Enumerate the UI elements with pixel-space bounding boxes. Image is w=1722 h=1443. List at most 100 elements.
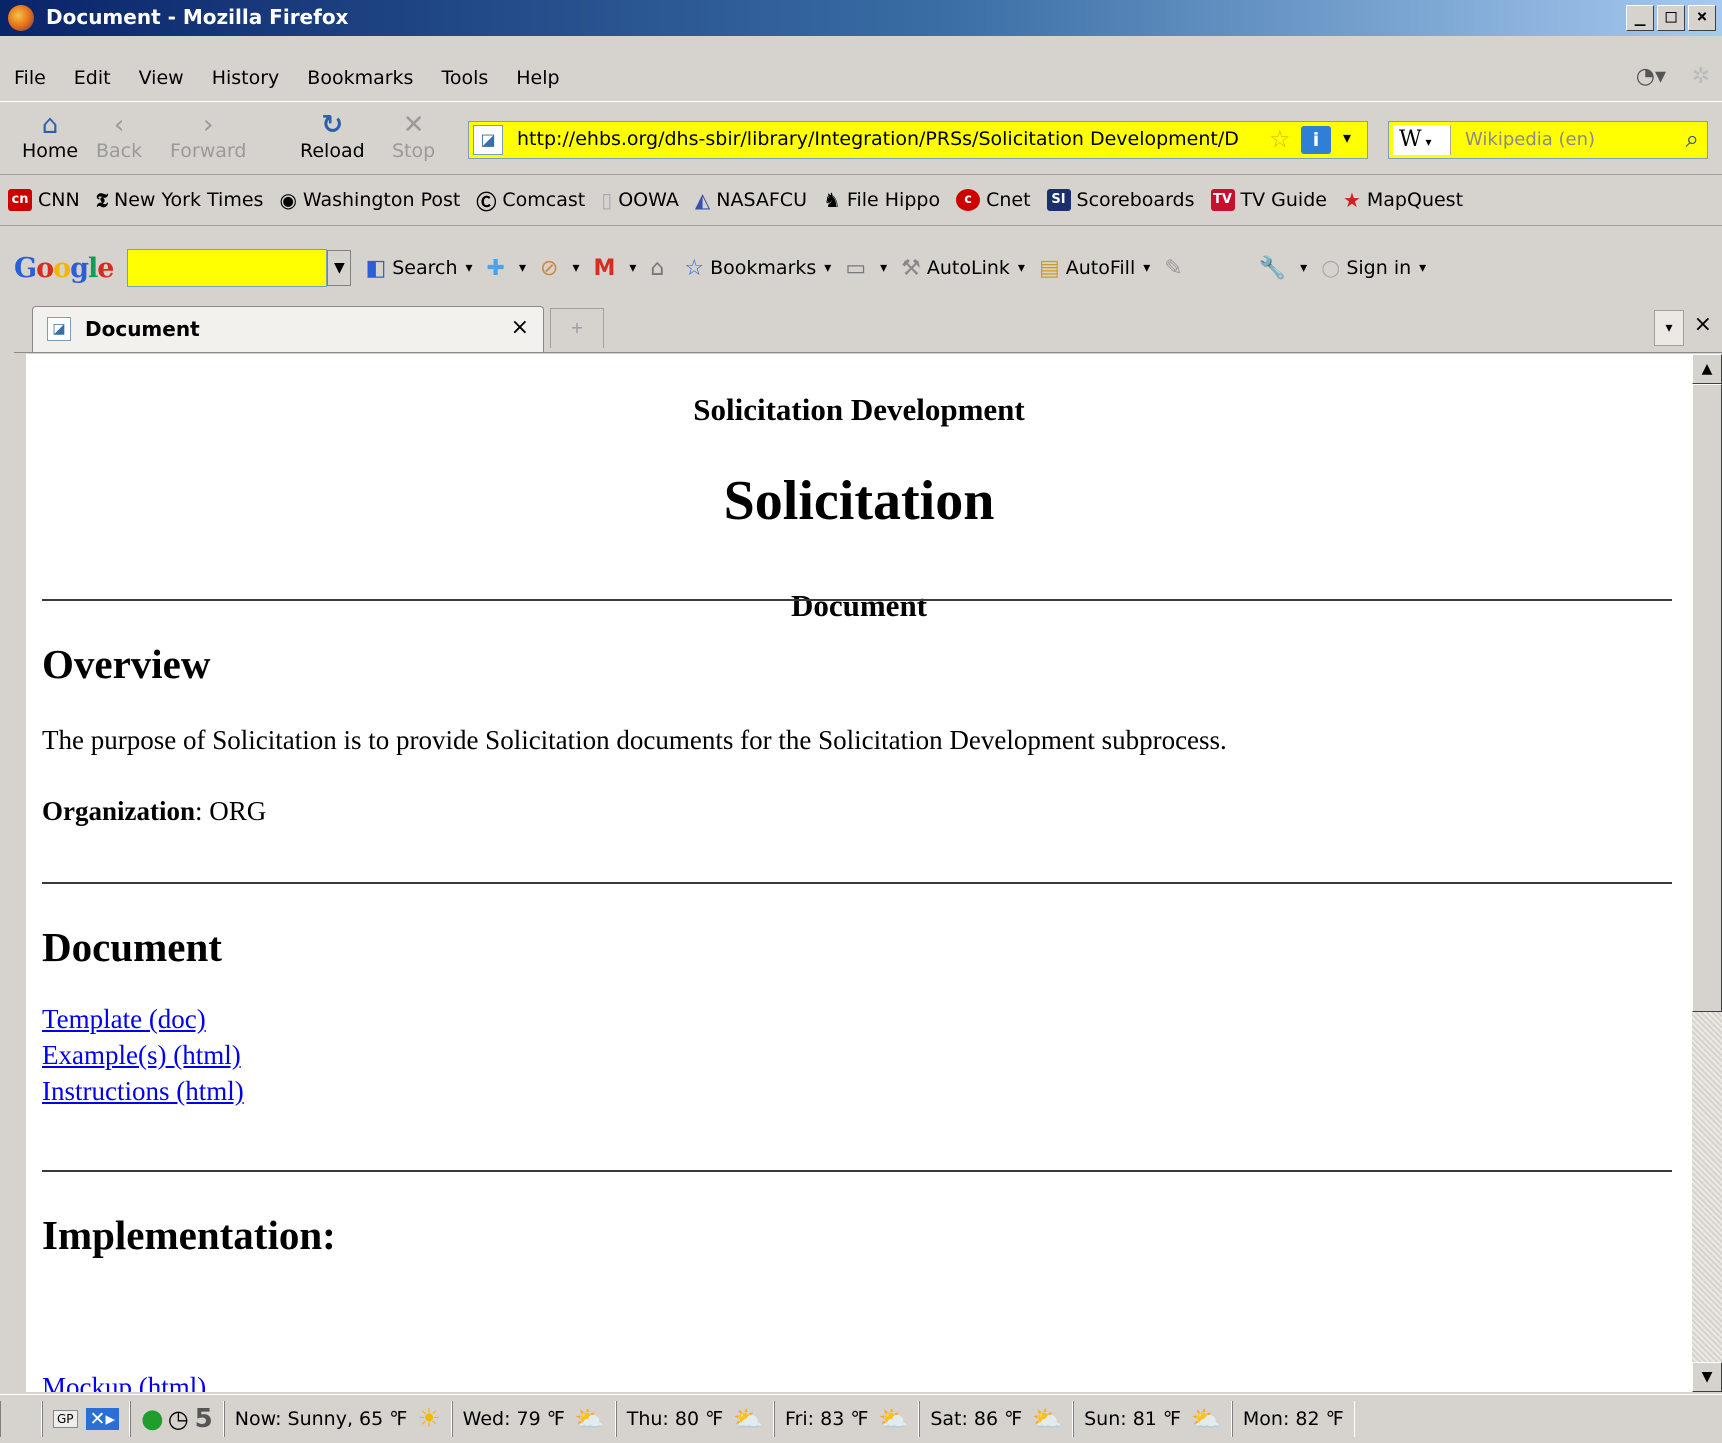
cnn-icon: cn (8, 189, 32, 211)
google-search-dropdown[interactable]: ▼ (327, 250, 352, 286)
close-tab-icon[interactable]: × (1694, 312, 1712, 337)
menu-edit[interactable]: Edit (60, 67, 125, 89)
forward-arrow-icon: › (203, 110, 214, 140)
weather-sun[interactable]: Sun: 81 ℉ ⛅ (1073, 1401, 1232, 1437)
reload-button[interactable]: ↻ Reload (300, 110, 365, 162)
firefox-icon (8, 5, 34, 31)
overview-heading: Overview (42, 641, 211, 687)
bookmark-nasafcu[interactable]: ◭ NASAFCU (687, 188, 815, 212)
bookmark-label: TV Guide (1240, 189, 1327, 211)
google-search-button[interactable]: ◧ Search ▾ (365, 256, 472, 281)
bookmark-mapquest[interactable]: ★ MapQuest (1335, 188, 1471, 212)
close-button[interactable]: × (1688, 5, 1716, 31)
xmarks-icon[interactable]: ✕▸ (85, 1408, 120, 1430)
bookmark-cnn[interactable]: cn CNN (0, 189, 88, 211)
menu-file[interactable]: File (0, 67, 60, 89)
page-content: Solicitation Development Solicitation Do… (26, 354, 1692, 1392)
menu-help[interactable]: Help (502, 67, 573, 89)
template-link[interactable]: Template (doc) (42, 1004, 206, 1035)
site-identity-icon[interactable]: ◪ (473, 125, 503, 155)
autofill-icon: ▤ (1038, 255, 1060, 281)
examples-link[interactable]: Example(s) (html) (42, 1040, 241, 1071)
clock-icon[interactable]: ◷ (168, 1405, 189, 1433)
stop-button[interactable]: ✕ Stop (392, 110, 435, 162)
weather-label: Thu: 80 ℉ (626, 1408, 724, 1430)
autolink-button[interactable]: ⚒ AutoLink ▾ (901, 256, 1025, 281)
weather-thu[interactable]: Thu: 80 ℉ ⛅ (615, 1401, 775, 1437)
counter-badge[interactable]: 5 (195, 1404, 213, 1434)
weather-mon[interactable]: Mon: 82 ℉ (1231, 1401, 1355, 1437)
status-indicators: ● ◷ 5 (130, 1401, 224, 1437)
autofill-button[interactable]: ▤ AutoFill ▾ (1039, 256, 1150, 281)
minimize-button[interactable]: _ (1626, 5, 1654, 31)
menu-history[interactable]: History (198, 67, 294, 89)
pencil-button[interactable]: ✎ (1164, 256, 1188, 281)
weather-label: Sat: 86 ℉ (930, 1408, 1023, 1430)
wrench-icon: 🔧 (1258, 255, 1287, 281)
url-dropdown-icon[interactable]: ▾ (1343, 128, 1351, 147)
search-bar[interactable]: W ▾ Wikipedia (en) ⌕ (1388, 121, 1708, 159)
weather-wed[interactable]: Wed: 79 ℉ ⛅ (451, 1401, 616, 1437)
pagerank-button[interactable]: ⊘ ▾ (540, 256, 579, 281)
tab-close-icon[interactable]: × (511, 315, 529, 340)
page-doc-type: Document (790, 588, 928, 623)
menu-bar: File Edit View History Bookmarks Tools H… (0, 58, 1722, 98)
weather-label: Mon: 82 ℉ (1242, 1408, 1344, 1430)
google-plus-button[interactable]: ✚ ▾ (487, 256, 526, 281)
bookmark-scoreboards[interactable]: SI Scoreboards (1039, 189, 1203, 211)
highlight-button[interactable]: ▭ ▾ (845, 256, 887, 281)
menu-bookmarks[interactable]: Bookmarks (293, 67, 427, 89)
bookmark-star-icon[interactable]: ☆ (1269, 125, 1291, 153)
google-search-icon: ◧ (365, 255, 387, 281)
bookmark-oowa[interactable]: ▯ OOWA (593, 188, 687, 212)
weather-sat[interactable]: Sat: 86 ℉ ⛅ (919, 1401, 1074, 1437)
gp-icon[interactable]: GP (53, 1410, 78, 1428)
google-search-input[interactable] (127, 249, 328, 287)
menu-view[interactable]: View (125, 67, 198, 89)
share-button[interactable]: ⌂ (650, 256, 670, 281)
activity-icon[interactable]: ◔▾ (1636, 64, 1666, 89)
plus-icon: ✚ (486, 255, 505, 281)
green-status-icon[interactable]: ● (141, 1404, 164, 1434)
tab-strip: ◪ Document × + ▾ × (14, 300, 1722, 353)
wand-icon: ⚒ (901, 255, 921, 281)
home-icon: ⌂ (41, 110, 59, 140)
forward-button[interactable]: › Forward (170, 110, 246, 162)
search-engine-icon[interactable]: W ▾ (1393, 125, 1451, 155)
pencil-icon: ✎ (1164, 255, 1183, 281)
address-bar[interactable]: ◪ http://ehbs.org/dhs-sbir/library/Integ… (468, 121, 1368, 159)
google-logo[interactable]: Google (14, 253, 114, 284)
search-icon[interactable]: ⌕ (1686, 125, 1699, 153)
google-bookmarks-button[interactable]: ☆ Bookmarks ▾ (684, 256, 831, 281)
sidebar-splitter[interactable] (12, 354, 27, 1392)
scroll-up-button[interactable]: ▲ (1692, 354, 1722, 384)
maximize-button[interactable]: □ (1657, 5, 1685, 31)
bookmark-cnet[interactable]: c Cnet (948, 189, 1038, 211)
bookmark-filehippo[interactable]: ♞ File Hippo (815, 188, 948, 212)
menu-tools[interactable]: Tools (427, 67, 502, 89)
instructions-link[interactable]: Instructions (html) (42, 1076, 244, 1107)
search-placeholder[interactable]: Wikipedia (en) (1465, 129, 1595, 150)
new-tab-button[interactable]: + (550, 308, 604, 348)
scroll-thumb[interactable] (1692, 384, 1722, 1012)
title-bar: Document - Mozilla Firefox _ □ × (0, 0, 1722, 36)
tab-document[interactable]: ◪ Document × (32, 306, 544, 352)
back-button[interactable]: ‹ Back (96, 110, 142, 162)
tab-list-button[interactable]: ▾ (1654, 310, 1684, 346)
gmail-button[interactable]: M ▾ (593, 256, 636, 281)
bookmark-comcast[interactable]: Ⓒ Comcast (468, 186, 593, 215)
vertical-scrollbar[interactable]: ▲ ▼ (1692, 354, 1722, 1392)
bookmark-tvguide[interactable]: TV TV Guide (1203, 189, 1335, 211)
scroll-down-button[interactable]: ▼ (1692, 1362, 1722, 1392)
settings-button[interactable]: 🔧 ▾ (1259, 256, 1307, 281)
bookmark-wapo[interactable]: ◉ Washington Post (271, 188, 468, 212)
info-icon[interactable]: i (1301, 126, 1331, 154)
weather-now[interactable]: Now: Sunny, 65 ℉ ☀ (223, 1401, 452, 1437)
divider (42, 599, 1672, 601)
weather-fri[interactable]: Fri: 83 ℉ ⛅ (774, 1401, 920, 1437)
url-text[interactable]: http://ehbs.org/dhs-sbir/library/Integra… (517, 128, 1257, 150)
signin-button[interactable]: ○ Sign in ▾ (1321, 256, 1426, 281)
bookmark-nyt[interactable]: 𝕿 New York Times (88, 188, 272, 212)
home-button[interactable]: ⌂ Home (22, 110, 78, 162)
mockup-link[interactable]: Mockup (html) (42, 1372, 206, 1392)
